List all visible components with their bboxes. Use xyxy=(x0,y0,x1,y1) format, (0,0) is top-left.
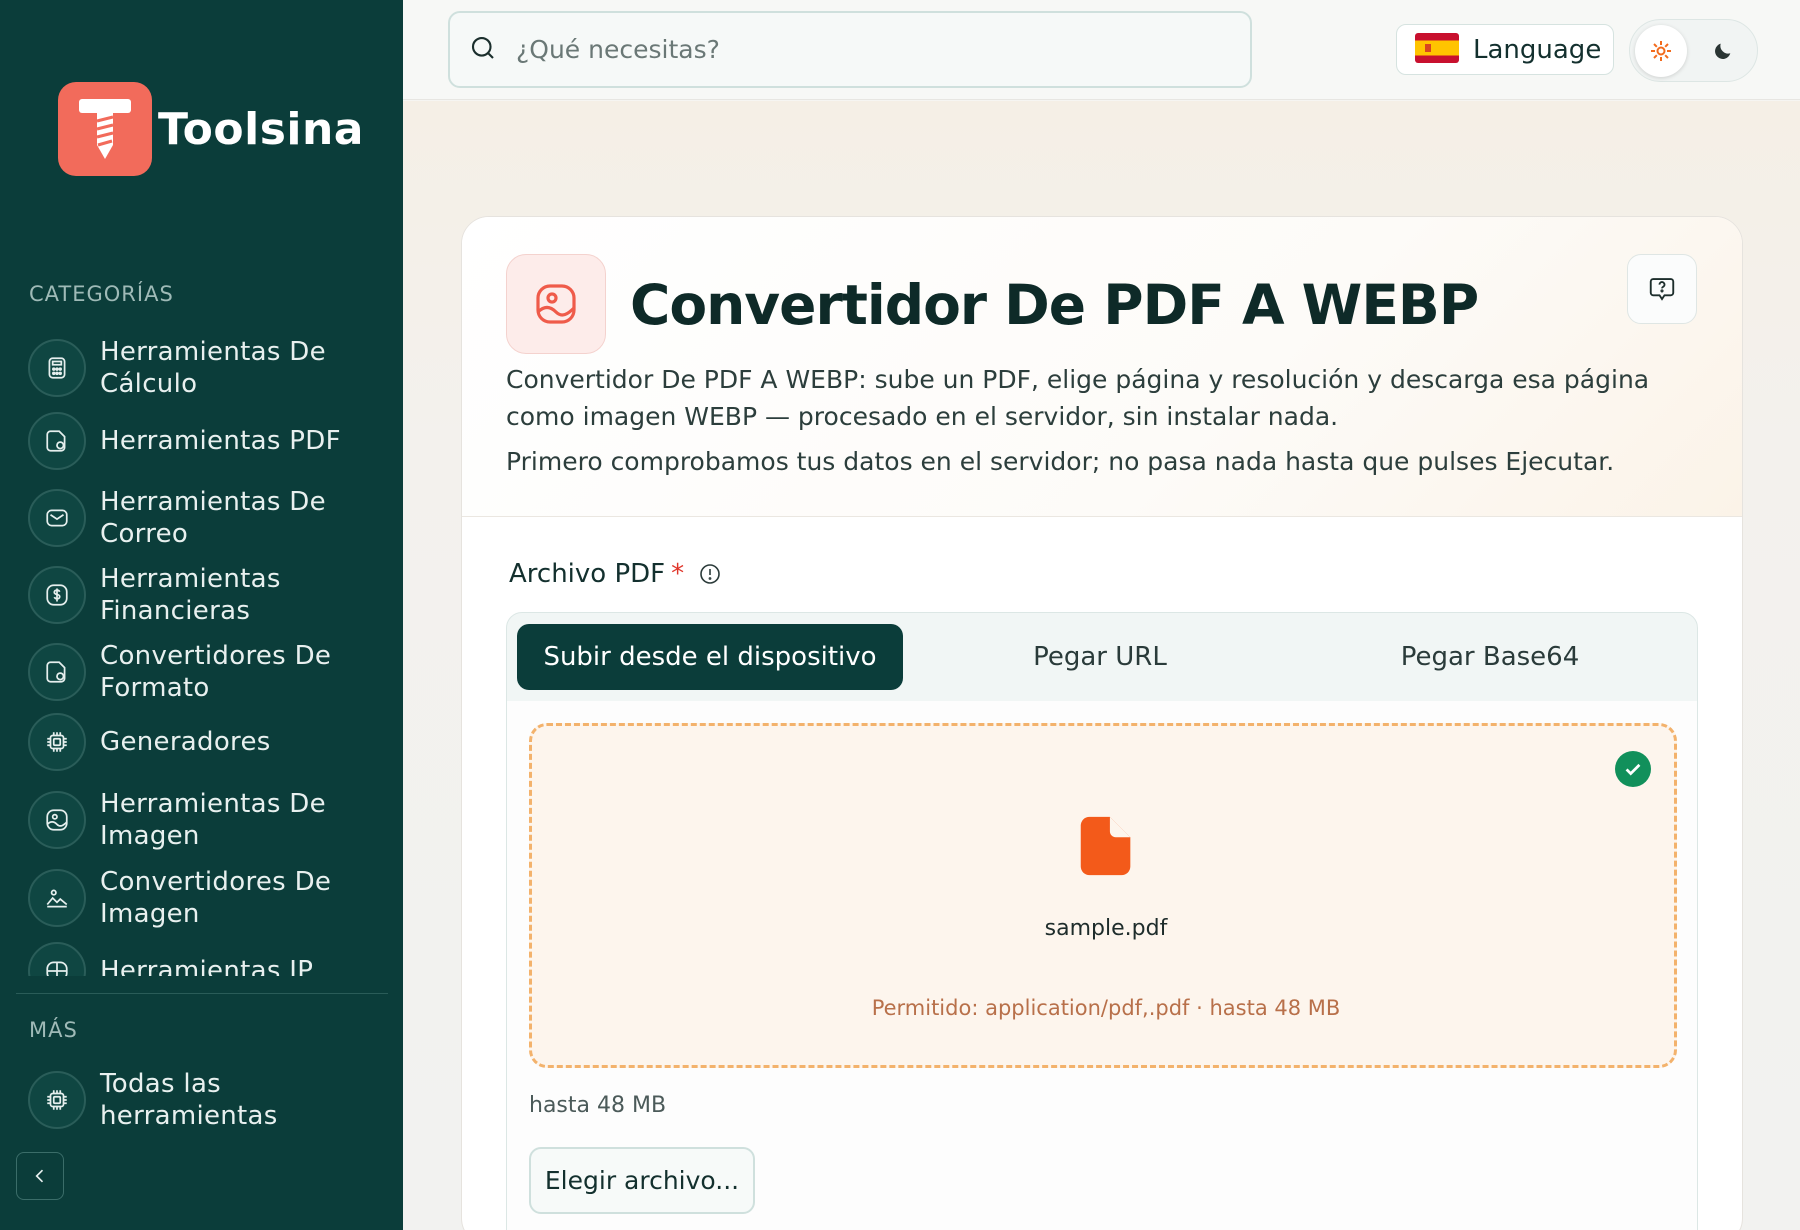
network-icon xyxy=(28,942,86,976)
sun-icon[interactable] xyxy=(1635,25,1687,77)
field-label: Archivo PDF * xyxy=(509,559,722,589)
toolsina-logo-icon xyxy=(58,82,152,176)
brand-logo[interactable]: Toolsina xyxy=(58,82,364,176)
sidebar-divider xyxy=(16,993,388,994)
sidebar: Toolsina CATEGORÍAS Herramientas De Cálc… xyxy=(0,0,403,1230)
sidebar-item-todas[interactable]: Todas las herramientas xyxy=(28,1068,388,1132)
dollar-icon xyxy=(28,566,86,624)
help-chat-icon xyxy=(1649,278,1675,301)
sidebar-item-financieras[interactable]: Herramientas Financieras xyxy=(28,563,388,627)
tab-paste-url[interactable]: Pegar URL xyxy=(907,624,1293,690)
sidebar-item-label: Herramientas Financieras xyxy=(100,564,281,626)
tab-paste-base64[interactable]: Pegar Base64 xyxy=(1297,624,1683,690)
tool-description: Convertidor De PDF A WEBP: sube un PDF, … xyxy=(506,365,1650,431)
allowed-types: Permitido: application/pdf,.pdf · hasta … xyxy=(871,996,1341,1020)
upload-panel: sample.pdf Permitido: application/pdf,.p… xyxy=(506,701,1698,1230)
chip-icon xyxy=(28,713,86,771)
tool-note: Primero comprobamos tus datos en el serv… xyxy=(506,447,1615,476)
calculator-icon xyxy=(28,339,86,397)
sidebar-item-convertidores-imagen[interactable]: Convertidores De Imagen xyxy=(28,866,388,930)
page-title: Convertidor De PDF A WEBP xyxy=(630,273,1479,337)
search-input[interactable] xyxy=(516,35,1196,64)
brand-name: Toolsina xyxy=(158,103,364,155)
sidebar-item-label: Herramientas De Imagen xyxy=(100,789,326,851)
sidebar-item-label: Convertidores De Formato xyxy=(100,641,332,703)
convert-icon xyxy=(28,643,86,701)
more-title: MÁS xyxy=(29,1018,78,1042)
file-name: sample.pdf xyxy=(1044,916,1168,941)
required-mark: * xyxy=(671,559,685,589)
sidebar-item-label: Todas las herramientas xyxy=(100,1069,278,1131)
sidebar-item-label: Convertidores De Imagen xyxy=(100,867,332,929)
image-icon xyxy=(506,254,606,354)
top-bar: Language xyxy=(403,0,1800,100)
image-convert-icon xyxy=(28,869,86,927)
size-note: hasta 48 MB xyxy=(529,1093,667,1118)
sidebar-item-correo[interactable]: Herramientas De Correo xyxy=(28,486,388,550)
tool-header: Convertidor De PDF A WEBP Convertidor De… xyxy=(462,217,1742,517)
collapse-sidebar-button[interactable] xyxy=(16,1152,64,1200)
file-dropzone[interactable]: sample.pdf Permitido: application/pdf,.p… xyxy=(529,723,1677,1068)
tab-upload-device[interactable]: Subir desde el dispositivo xyxy=(517,624,903,690)
info-icon[interactable] xyxy=(698,562,722,586)
sidebar-item-generadores[interactable]: Generadores xyxy=(28,713,388,771)
chevron-left-icon xyxy=(35,1169,44,1183)
language-selector[interactable]: Language xyxy=(1396,24,1614,75)
search-box[interactable] xyxy=(448,11,1252,88)
choose-file-button[interactable]: Elegir archivo... xyxy=(529,1147,755,1214)
pdf-icon xyxy=(28,412,86,470)
file-icon xyxy=(1072,811,1142,881)
sidebar-item-label: Herramientas PDF xyxy=(100,426,341,456)
sidebar-item-label: Herramientas De Correo xyxy=(100,487,326,549)
help-button[interactable] xyxy=(1627,254,1697,324)
language-label: Language xyxy=(1473,34,1602,65)
sidebar-item-ip[interactable]: Herramientas IP xyxy=(28,942,388,976)
sidebar-item-formato[interactable]: Convertidores De Formato xyxy=(28,640,388,704)
sidebar-item-label: Herramientas De Cálculo xyxy=(100,337,326,399)
sidebar-item-calculo[interactable]: Herramientas De Cálculo xyxy=(28,336,388,400)
category-nav: Herramientas De Cálculo Herramientas PDF… xyxy=(0,330,403,976)
search-icon xyxy=(468,33,498,67)
categories-title: CATEGORÍAS xyxy=(29,282,174,306)
field-label-text: Archivo PDF xyxy=(509,559,666,589)
check-icon xyxy=(1615,751,1651,787)
chip-icon xyxy=(28,1071,86,1129)
spain-flag-icon xyxy=(1415,32,1459,67)
image-icon xyxy=(28,791,86,849)
sidebar-item-label: Herramientas IP xyxy=(100,956,314,976)
tool-card: Convertidor De PDF A WEBP Convertidor De… xyxy=(461,216,1743,1230)
sidebar-item-label: Generadores xyxy=(100,727,271,757)
sidebar-item-imagen[interactable]: Herramientas De Imagen xyxy=(28,788,388,852)
mail-icon xyxy=(28,489,86,547)
input-mode-tabs: Subir desde el dispositivo Pegar URL Peg… xyxy=(506,612,1698,702)
sidebar-item-pdf[interactable]: Herramientas PDF xyxy=(28,412,388,470)
theme-toggle[interactable] xyxy=(1629,19,1758,82)
moon-icon[interactable] xyxy=(1708,36,1738,66)
